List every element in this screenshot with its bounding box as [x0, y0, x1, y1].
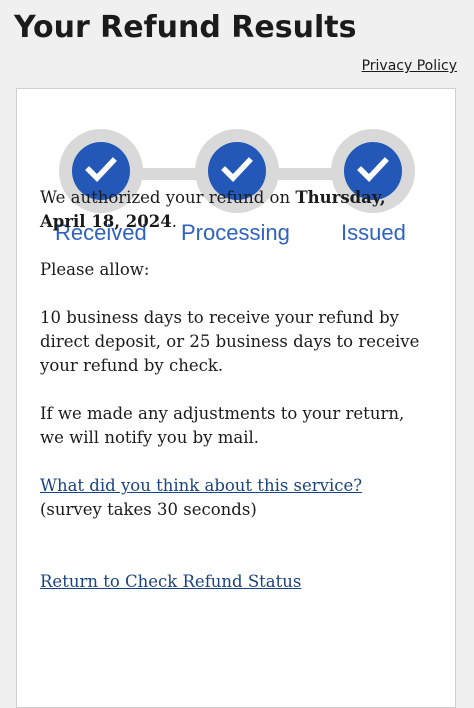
survey-note: (survey takes 30 seconds)	[40, 500, 257, 519]
return-block: Return to Check Refund Status	[40, 570, 430, 594]
survey-link[interactable]: What did you think about this service?	[40, 476, 362, 495]
survey-block: What did you think about this service? (…	[40, 474, 430, 522]
privacy-policy-link[interactable]: Privacy Policy	[362, 58, 457, 74]
timing-text: 10 business days to receive your refund …	[40, 308, 420, 375]
please-allow-text: Please allow:	[40, 260, 150, 279]
checkmark-icon	[357, 157, 389, 182]
adjustments-text: If we made any adjustments to your retur…	[40, 404, 405, 447]
authorized-text: We authorized your refund on Thursday, A…	[40, 188, 386, 231]
checkmark-icon	[221, 157, 253, 182]
page-title: Your Refund Results	[14, 10, 357, 45]
return-to-check-status-link[interactable]: Return to Check Refund Status	[40, 572, 301, 591]
refund-message: We authorized your refund on Thursday, A…	[40, 186, 430, 594]
checkmark-icon	[85, 157, 117, 182]
